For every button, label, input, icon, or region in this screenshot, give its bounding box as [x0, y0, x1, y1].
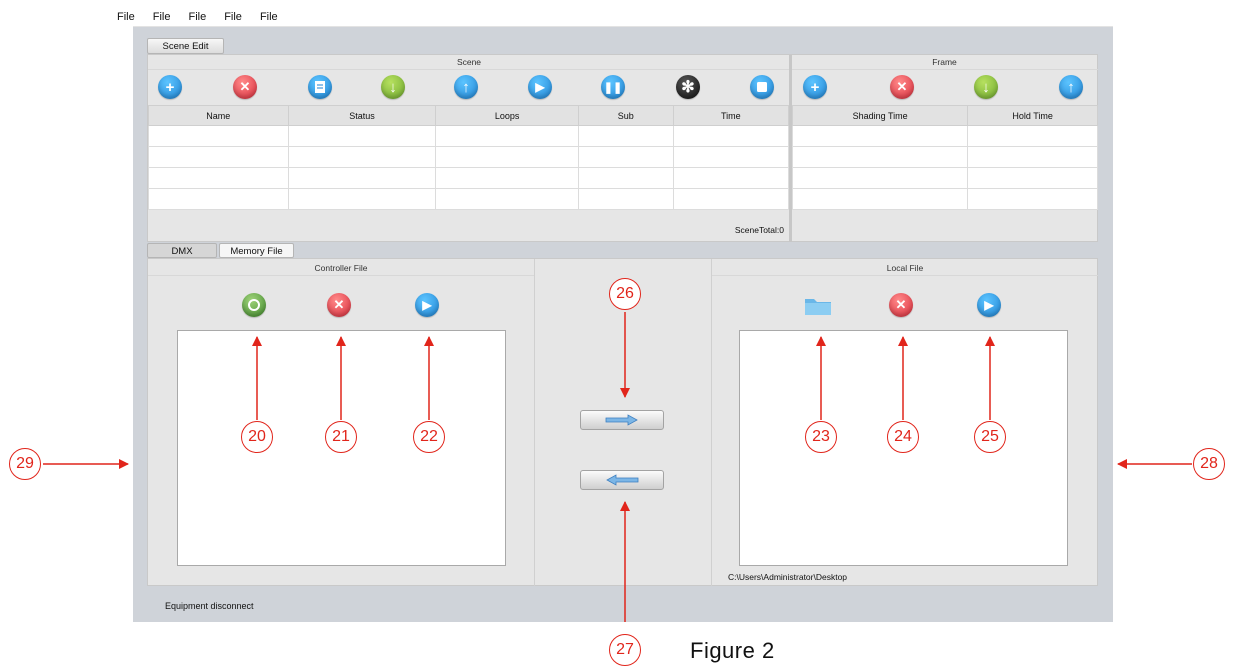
callout-21: 21: [325, 421, 357, 453]
callout-26: 26: [609, 278, 641, 310]
callout-22: 22: [413, 421, 445, 453]
callout-24: 24: [887, 421, 919, 453]
callout-25: 25: [974, 421, 1006, 453]
figure-caption: Figure 2: [690, 638, 775, 663]
callout-27: 27: [609, 634, 641, 666]
callout-20: 20: [241, 421, 273, 453]
callout-28: 28: [1193, 448, 1225, 480]
callout-29: 29: [9, 448, 41, 480]
callout-23: 23: [805, 421, 837, 453]
annotation-arrows: [43, 312, 1192, 622]
